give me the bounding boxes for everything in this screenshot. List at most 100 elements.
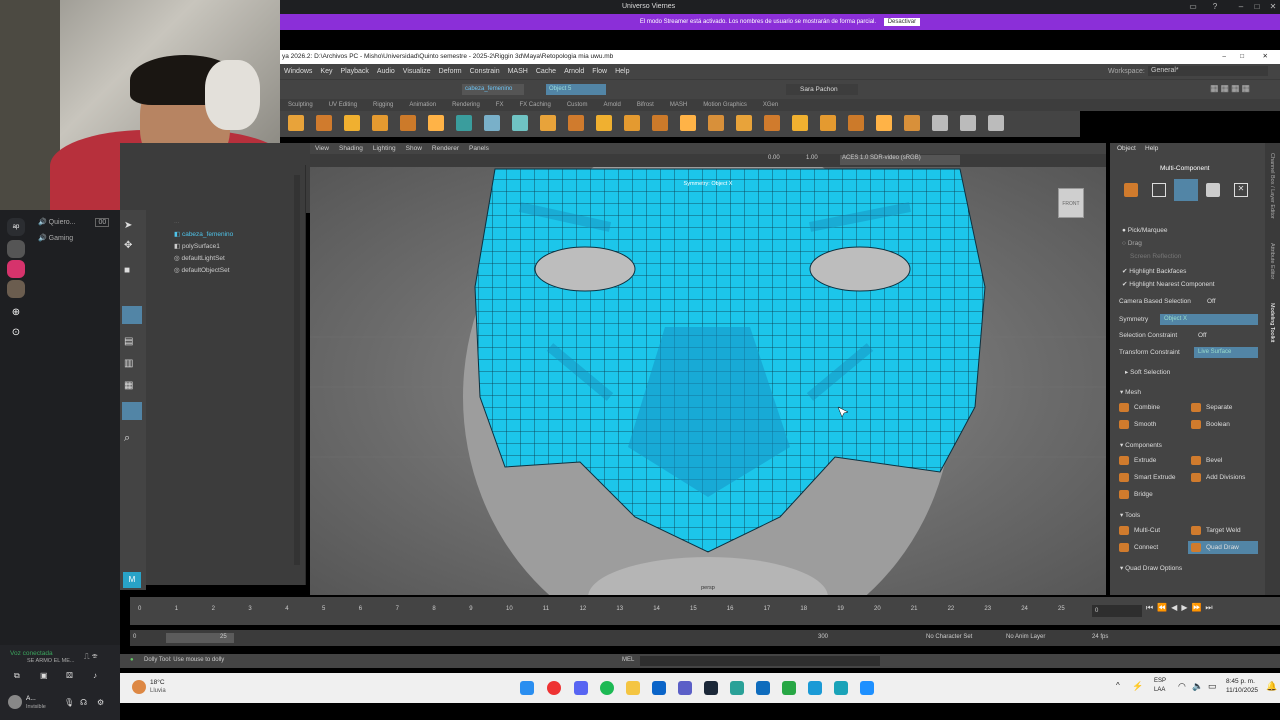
playback-controls[interactable]: ⏮⏪◀▶⏩⏭ xyxy=(1146,603,1217,613)
close-icon[interactable]: ✕ xyxy=(1263,50,1268,64)
shelf-tab[interactable]: Arnold xyxy=(603,102,620,108)
layout-single-icon[interactable] xyxy=(122,306,142,324)
discord-icon[interactable] xyxy=(574,681,588,695)
current-frame-field[interactable]: 0 xyxy=(1092,605,1142,617)
network-icon[interactable]: ⚡ xyxy=(1132,681,1143,692)
quad-draw-button[interactable]: Quad Draw xyxy=(1188,541,1258,554)
shelf-tab[interactable]: Rigging xyxy=(373,102,393,108)
signal-icon[interactable]: ⎍ ☏ xyxy=(84,652,98,662)
minimize-icon[interactable]: – xyxy=(1222,50,1226,64)
menu-item[interactable]: Audio xyxy=(377,68,395,75)
clock-time[interactable]: 8:45 p. m. xyxy=(1226,678,1255,685)
face-mode-icon[interactable] xyxy=(1206,183,1220,197)
smooth-button[interactable]: Smooth xyxy=(1116,418,1182,431)
shelf-tool-icon[interactable] xyxy=(848,115,864,131)
outliner-item[interactable]: ◎ defaultLightSet xyxy=(174,254,225,262)
uv-mode-icon[interactable]: ✕ xyxy=(1234,183,1248,197)
clock-date[interactable]: 11/10/2025 xyxy=(1226,687,1258,694)
shelf-tab[interactable]: MASH xyxy=(670,102,687,108)
exposure-field[interactable]: 0.00 xyxy=(768,155,780,161)
panel-menu-item[interactable]: Show xyxy=(406,145,422,152)
settings-icon[interactable]: ⚙ xyxy=(97,698,104,707)
excel-icon[interactable] xyxy=(782,681,796,695)
menu-item[interactable]: Constrain xyxy=(470,68,500,75)
panel-menu-item[interactable]: Lighting xyxy=(373,145,396,152)
shelf-tool-icon[interactable] xyxy=(680,115,696,131)
shelf-tool-icon[interactable] xyxy=(484,115,500,131)
shelf-tab[interactable]: XGen xyxy=(763,102,778,108)
mel-input[interactable] xyxy=(640,656,880,666)
connect-button[interactable]: Connect xyxy=(1116,541,1182,554)
guild-icon[interactable] xyxy=(7,260,25,278)
gamma-field[interactable]: 1.00 xyxy=(806,155,818,161)
soundboard-icon[interactable]: ♪ xyxy=(93,671,97,680)
add-server-icon[interactable]: ⊕ xyxy=(7,304,25,322)
extrude-button[interactable]: Extrude xyxy=(1116,454,1182,467)
mash-icon[interactable]: M xyxy=(123,572,141,588)
range-end-outer[interactable]: 300 xyxy=(818,634,828,640)
quad-draw-options-section[interactable]: ▾ Quad Draw Options xyxy=(1120,564,1182,572)
outliner-item[interactable]: ◧ polySurface1 xyxy=(174,242,220,250)
object-field[interactable]: cabeza_femenino xyxy=(462,84,524,95)
app-icon[interactable] xyxy=(860,681,874,695)
guild-icon[interactable] xyxy=(7,240,25,258)
weather-icon[interactable] xyxy=(132,680,146,694)
tools-section[interactable]: ▾ Tools xyxy=(1120,511,1140,519)
shelf-tool-icon[interactable] xyxy=(568,115,584,131)
shelf-tool-icon[interactable] xyxy=(400,115,416,131)
viewport[interactable]: Symmetry: Object X persp xyxy=(310,167,1106,595)
menu-item[interactable]: Windows xyxy=(284,68,312,75)
transform-constraint-select[interactable]: Live Surface xyxy=(1194,347,1258,358)
shelf-tool-icon[interactable] xyxy=(652,115,668,131)
shelf-tab[interactable]: Motion Graphics xyxy=(703,102,747,108)
help-icon[interactable]: ? xyxy=(1210,2,1220,12)
search-icon[interactable]: ⌕ xyxy=(124,432,130,445)
pick-marquee-option[interactable]: ● Pick/Marquee xyxy=(1122,227,1167,234)
shelf-tool-icon[interactable] xyxy=(428,115,444,131)
tab-help[interactable]: Help xyxy=(1145,145,1158,152)
colorspace-select[interactable]: ACES 1.0 SDR-video (sRGB) xyxy=(840,155,960,165)
menu-item[interactable]: Arnold xyxy=(564,68,584,75)
shelf-tool-icon[interactable] xyxy=(820,115,836,131)
guild-icon[interactable]: ap xyxy=(7,218,25,236)
discover-icon[interactable]: ⊙ xyxy=(7,324,25,342)
sel-constraint-value[interactable]: Off xyxy=(1198,332,1207,339)
add-divisions-button[interactable]: Add Divisions xyxy=(1188,471,1258,484)
account-select[interactable]: Sara Pachon xyxy=(786,84,858,95)
minimize-icon[interactable]: – xyxy=(1236,2,1246,12)
close-icon[interactable]: ✕ xyxy=(1268,2,1278,12)
layout-icon[interactable]: ▦ xyxy=(124,380,133,391)
shelf-tab[interactable]: Rendering xyxy=(452,102,480,108)
bridge-button[interactable]: Bridge xyxy=(1116,488,1182,501)
shelf-tab[interactable]: Animation xyxy=(409,102,436,108)
modeling-toolkit-tab[interactable]: Modeling Toolkit xyxy=(1269,303,1275,342)
guild-icon[interactable] xyxy=(7,280,25,298)
start-icon[interactable] xyxy=(520,681,534,695)
shelf-tool-icon[interactable] xyxy=(708,115,724,131)
activity-icon[interactable]: ⚄ xyxy=(66,671,73,680)
opera-icon[interactable] xyxy=(547,681,561,695)
multi-cut-button[interactable]: Multi-Cut xyxy=(1116,524,1182,537)
shelf-tool-icon[interactable] xyxy=(540,115,556,131)
shelf-tool-icon[interactable] xyxy=(764,115,780,131)
shelf-tab[interactable]: Sculpting xyxy=(288,102,313,108)
menu-item[interactable]: Key xyxy=(320,68,332,75)
menu-item[interactable]: Help xyxy=(615,68,629,75)
shelf-tool-icon[interactable] xyxy=(876,115,892,131)
avatar[interactable] xyxy=(8,695,22,709)
boolean-button[interactable]: Boolean xyxy=(1188,418,1254,431)
menu-item[interactable]: Cache xyxy=(536,68,556,75)
shelf-tool-icon[interactable] xyxy=(736,115,752,131)
wifi-icon[interactable]: ◠ xyxy=(1178,681,1186,692)
battery-icon[interactable]: ▭ xyxy=(1208,681,1217,692)
file-explorer-icon[interactable] xyxy=(626,681,640,695)
range-end-inner[interactable]: 25 xyxy=(220,634,227,640)
outlook-icon[interactable] xyxy=(652,681,666,695)
shelf-tool-icon[interactable] xyxy=(960,115,976,131)
screen-share-icon[interactable]: ▣ xyxy=(40,671,48,680)
menu-item[interactable]: MASH xyxy=(508,68,528,75)
app-icon[interactable] xyxy=(808,681,822,695)
shelf-tool-icon[interactable] xyxy=(988,115,1004,131)
shelf-tab[interactable]: UV Editing xyxy=(329,102,357,108)
symmetry-select[interactable]: Object X xyxy=(1160,314,1258,325)
